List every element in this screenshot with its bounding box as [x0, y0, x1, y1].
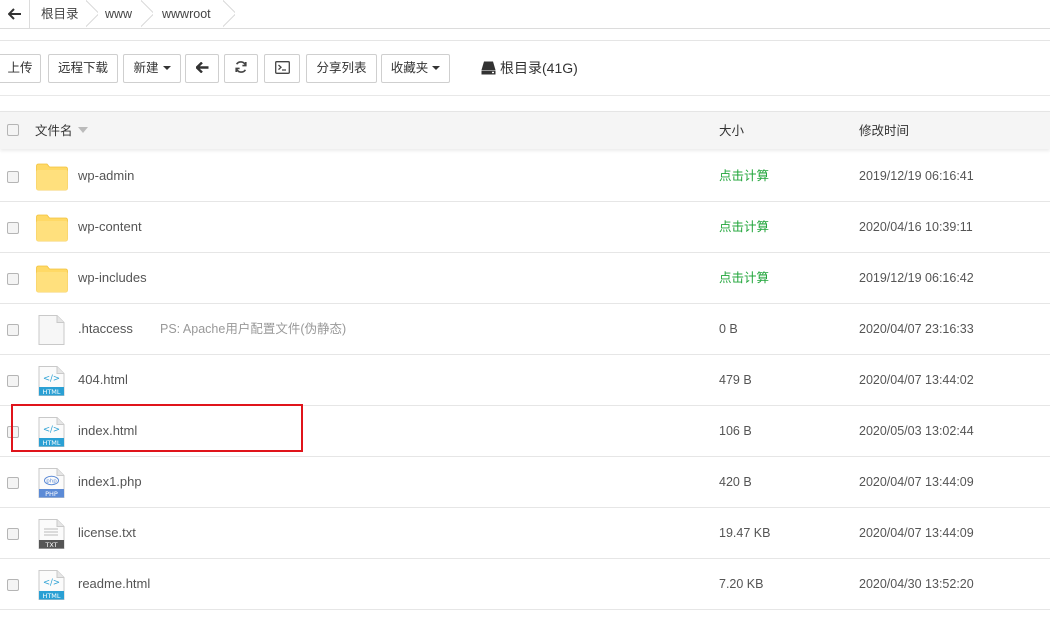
caret-down-icon: [162, 66, 171, 70]
modified-time: 2020/04/07 13:44:09: [859, 475, 974, 489]
txt-file-icon: TXT: [38, 519, 65, 549]
file-name[interactable]: wp-admin: [78, 151, 134, 201]
row-checkbox[interactable]: [7, 273, 19, 285]
back-button[interactable]: [185, 54, 219, 83]
breadcrumb-separator: [141, 0, 153, 28]
caret-down-icon: [432, 66, 441, 70]
sort-down-icon: [77, 127, 88, 133]
file-name[interactable]: 404.html: [78, 355, 128, 405]
folder-icon: [36, 265, 68, 293]
remote-download-button[interactable]: 远程下载: [48, 54, 118, 83]
calculate-size-link[interactable]: 点击计算: [719, 202, 769, 252]
size-column-header[interactable]: 大小: [719, 112, 744, 150]
new-dropdown-button[interactable]: 新建: [123, 54, 181, 83]
modified-time: 2020/05/03 13:02:44: [859, 424, 974, 438]
table-row[interactable]: php PHP index1.php 420 B 2020/04/07 13:44…: [0, 457, 1050, 508]
row-checkbox[interactable]: [7, 171, 19, 183]
svg-text:HTML: HTML: [42, 388, 60, 396]
file-size: 420 B: [719, 475, 752, 489]
table-row[interactable]: TXT license.txt 19.47 KB 2020/04/07 13:4…: [0, 508, 1050, 559]
breadcrumb: 根目录 www wwwroot: [0, 0, 1050, 29]
calculate-size-link[interactable]: 点击计算: [719, 151, 769, 201]
table-row[interactable]: .htaccess PS: Apache用户配置文件(伪静态) 0 B 2020…: [0, 304, 1050, 355]
table-row[interactable]: </> HTML 404.html 479 B 2020/04/07 13:44:…: [0, 355, 1050, 406]
back-arrow-icon[interactable]: [0, 0, 29, 28]
new-button-label: 新建: [133, 61, 159, 75]
favorites-button-label: 收藏夹: [390, 61, 429, 75]
upload-button[interactable]: 上传: [0, 54, 41, 83]
row-checkbox[interactable]: [7, 375, 19, 387]
file-name[interactable]: license.txt: [78, 508, 136, 558]
svg-text:</>: </>: [43, 578, 60, 588]
html-file-icon: </> HTML: [38, 570, 65, 600]
disk-selector[interactable]: 根目录(41G): [481, 59, 578, 77]
left-arrow-icon: [194, 61, 208, 74]
breadcrumb-root[interactable]: 根目录: [41, 0, 79, 28]
file-size: 106 B: [719, 424, 752, 438]
table-row[interactable]: wp-admin 点击计算 2019/12/19 06:16:41: [0, 151, 1050, 202]
breadcrumb-divider: [29, 0, 30, 28]
table-row[interactable]: wp-content 点击计算 2020/04/16 10:39:11: [0, 202, 1050, 253]
file-table-header: 文件名 大小 修改时间: [0, 111, 1050, 149]
file-name[interactable]: wp-includes: [78, 253, 147, 303]
table-row[interactable]: wp-includes 点击计算 2019/12/19 06:16:42: [0, 253, 1050, 304]
file-size: 19.47 KB: [719, 526, 771, 540]
file-size: 7.20 KB: [719, 577, 764, 591]
row-checkbox[interactable]: [7, 579, 19, 591]
modified-column-header[interactable]: 修改时间: [859, 112, 909, 150]
row-checkbox[interactable]: [7, 324, 19, 336]
select-all-checkbox[interactable]: [7, 124, 19, 136]
breadcrumb-wwwroot[interactable]: wwwroot: [162, 0, 211, 28]
refresh-icon: [235, 61, 247, 73]
file-size: 0 B: [719, 322, 738, 336]
modified-time: 2020/04/16 10:39:11: [859, 220, 973, 234]
favorites-dropdown-button[interactable]: 收藏夹: [381, 54, 450, 83]
modified-time: 2020/04/30 13:52:20: [859, 577, 974, 591]
svg-text:</>: </>: [43, 374, 60, 384]
terminal-button[interactable]: [264, 54, 300, 83]
table-row[interactable]: </> HTML readme.html 7.20 KB 2020/04/30 1…: [0, 559, 1050, 610]
svg-text:PHP: PHP: [45, 490, 58, 498]
file-name[interactable]: .htaccess: [78, 304, 133, 354]
breadcrumb-redacted: [236, 7, 402, 21]
file-note: PS: Apache用户配置文件(伪静态): [160, 322, 347, 336]
divider: [0, 95, 1050, 96]
file-name[interactable]: readme.html: [78, 559, 150, 609]
file-name[interactable]: index1.php: [78, 457, 142, 507]
breadcrumb-www[interactable]: www: [105, 0, 132, 28]
svg-text:HTML: HTML: [42, 592, 60, 600]
modified-time: 2019/12/19 06:16:42: [859, 271, 974, 285]
php-file-icon: php PHP: [38, 468, 65, 498]
file-size: 479 B: [719, 373, 752, 387]
row-checkbox[interactable]: [7, 477, 19, 489]
terminal-icon: [274, 61, 290, 74]
name-column-label: 文件名: [35, 124, 73, 138]
svg-text:TXT: TXT: [44, 541, 57, 549]
folder-icon: [36, 163, 68, 191]
modified-time: 2020/04/07 23:16:33: [859, 322, 974, 336]
share-list-button[interactable]: 分享列表: [306, 54, 377, 83]
modified-time: 2020/04/07 13:44:09: [859, 526, 974, 540]
blank-file-icon: [38, 315, 65, 345]
divider: [0, 40, 1050, 41]
folder-icon: [36, 214, 68, 242]
file-name[interactable]: wp-content: [78, 202, 142, 252]
row-checkbox[interactable]: [7, 222, 19, 234]
name-column-header[interactable]: 文件名: [35, 112, 88, 150]
html-file-icon: </> HTML: [38, 366, 65, 396]
breadcrumb-separator: [223, 0, 235, 28]
svg-text:php: php: [46, 479, 57, 485]
refresh-button[interactable]: [224, 54, 258, 83]
disk-label: 根目录(41G): [500, 60, 578, 76]
breadcrumb-separator: [86, 0, 98, 28]
modified-time: 2020/04/07 13:44:02: [859, 373, 974, 387]
hard-drive-icon: [481, 61, 496, 75]
row-checkbox[interactable]: [7, 528, 19, 540]
calculate-size-link[interactable]: 点击计算: [719, 253, 769, 303]
modified-time: 2019/12/19 06:16:41: [859, 169, 974, 183]
highlight-box: [11, 404, 303, 452]
